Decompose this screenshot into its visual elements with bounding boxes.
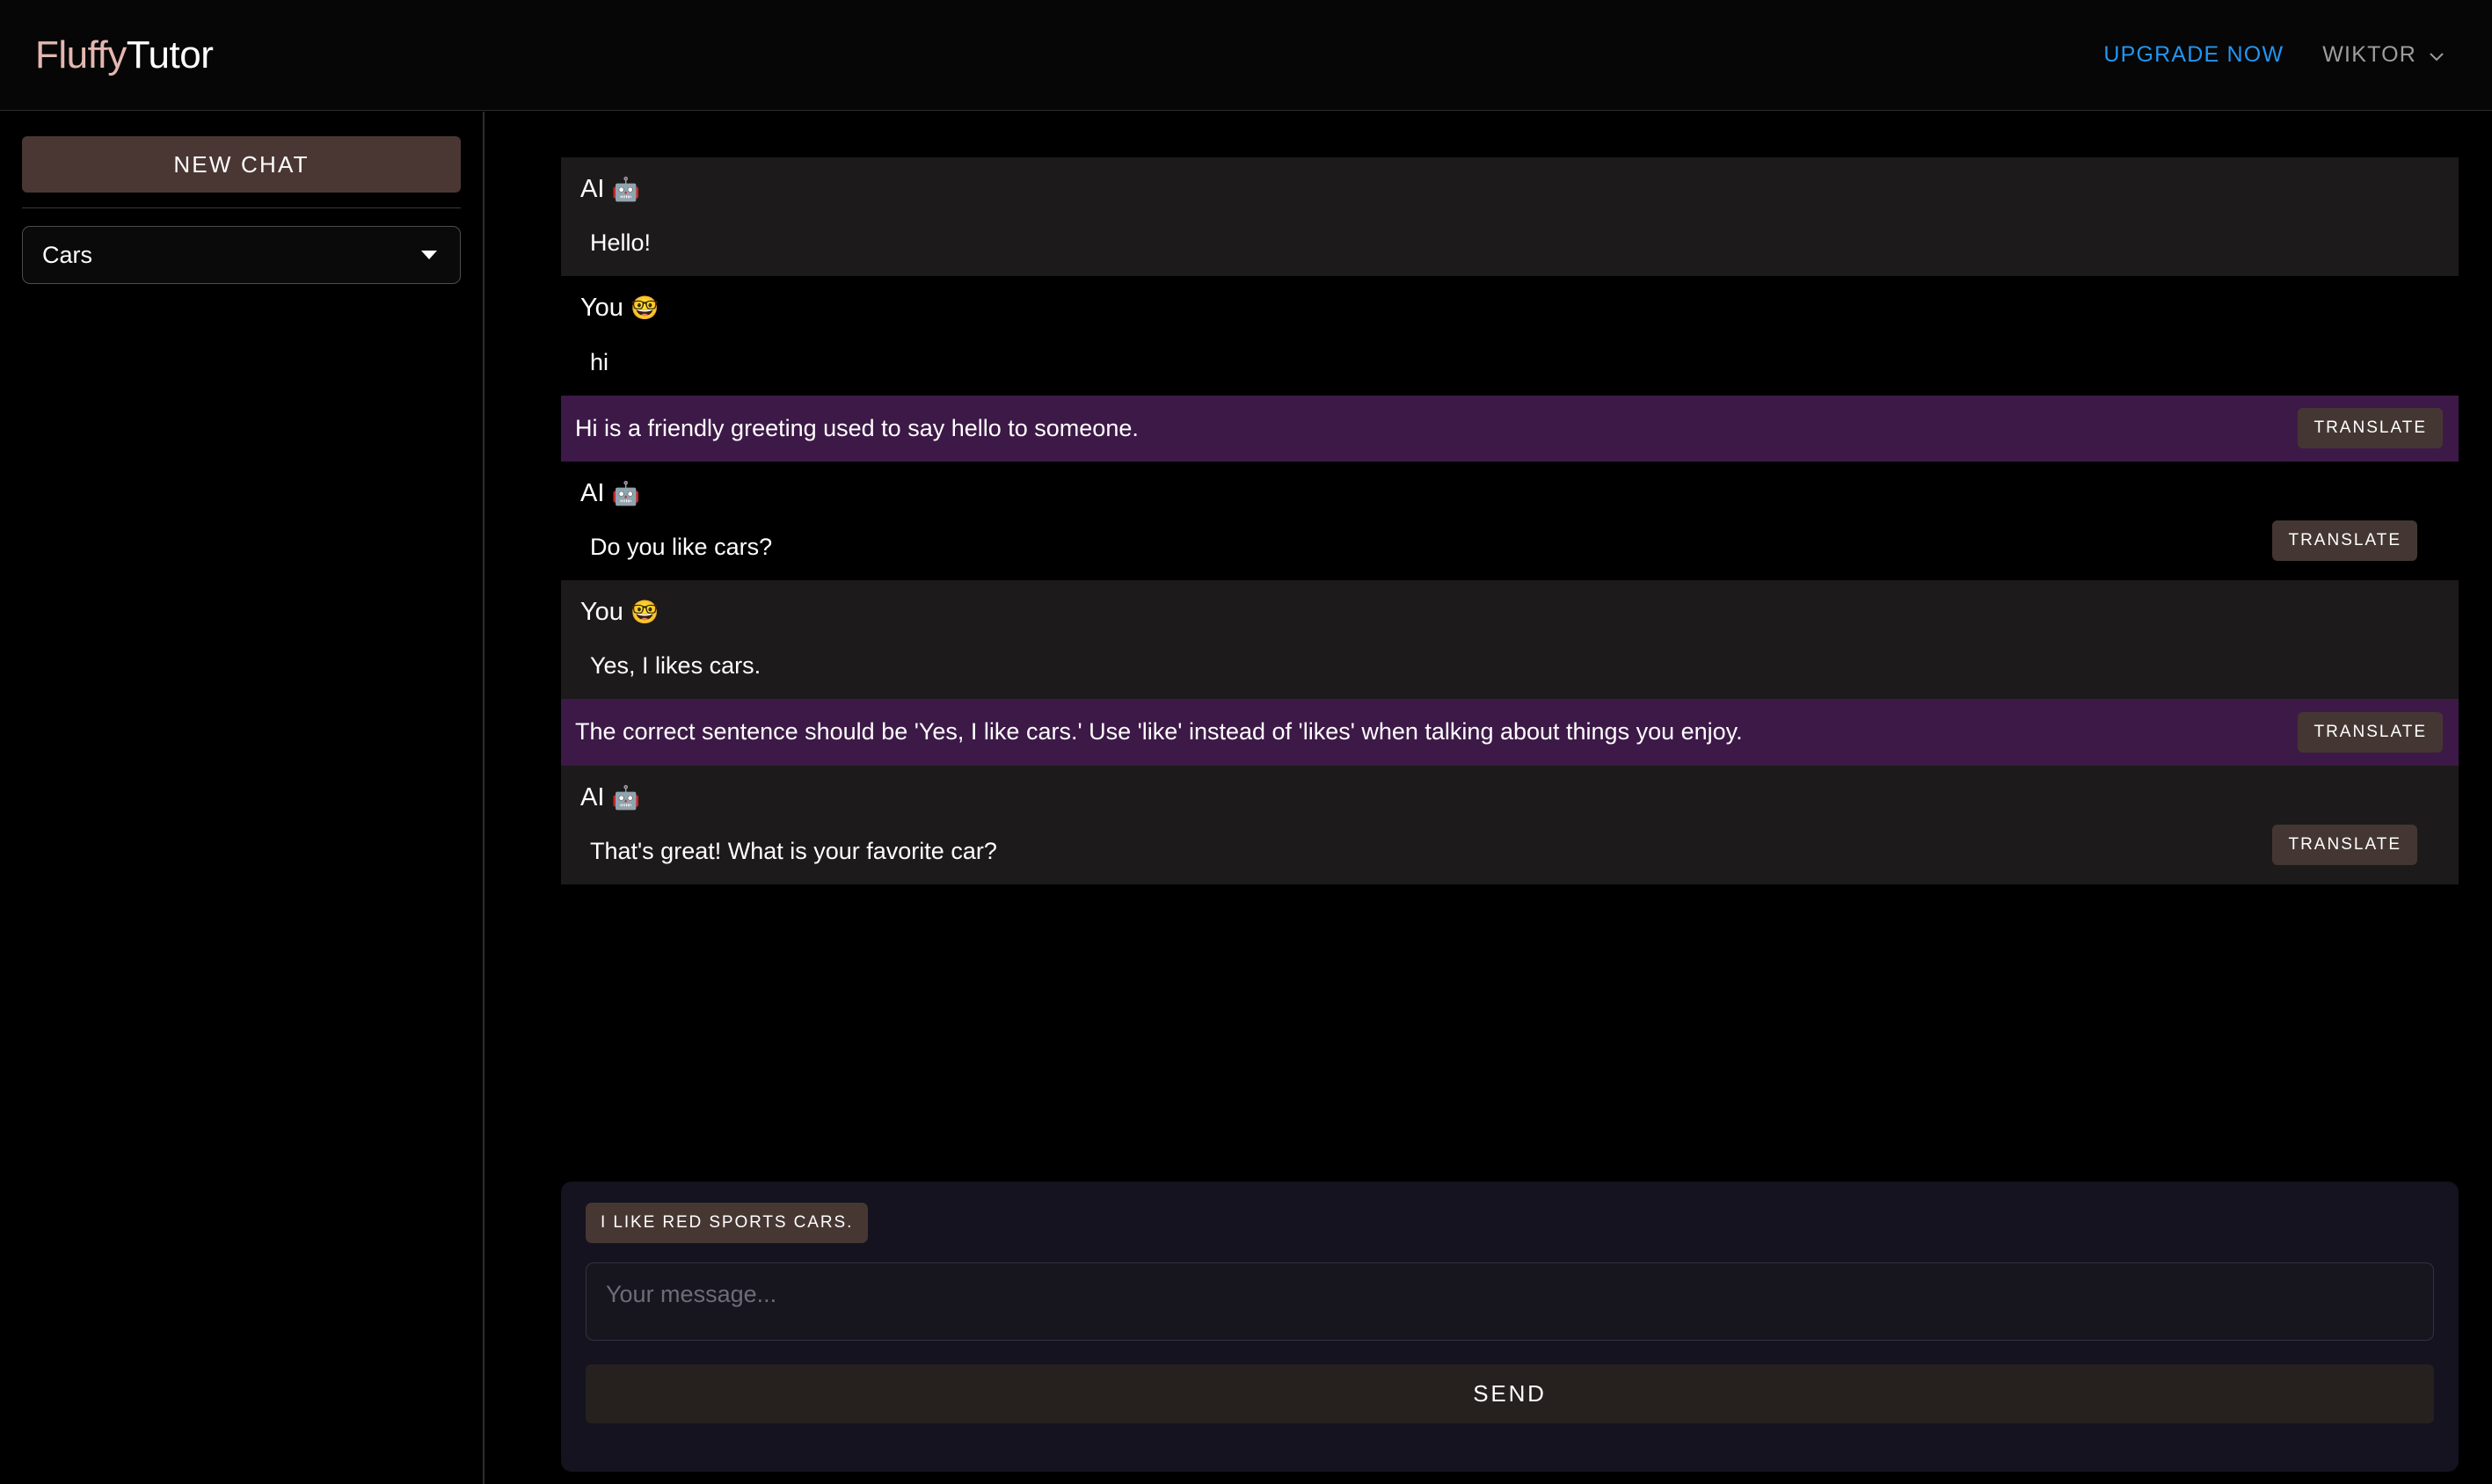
- message-author-name: AI: [580, 175, 612, 203]
- message-input[interactable]: [586, 1262, 2434, 1341]
- message-author-name: You: [580, 598, 630, 627]
- message-row: AI 🤖 Hello!: [561, 157, 2459, 277]
- sidebar-divider: [22, 207, 461, 208]
- message-text: Do you like cars?: [590, 534, 773, 561]
- topic-select-value: Cars: [42, 241, 93, 268]
- message-text: Hello!: [590, 229, 652, 257]
- message-text: That's great! What is your favorite car?: [590, 837, 997, 864]
- message-author: AI 🤖: [580, 782, 2445, 813]
- chat-log: AI 🤖 Hello! You 🤓 hi Hi is a friendly greeti…: [561, 157, 2459, 884]
- translate-button[interactable]: TRANSLATE: [2272, 520, 2417, 562]
- logo-primary-text: Fluffy: [35, 33, 127, 76]
- main-panel: AI 🤖 Hello! You 🤓 hi Hi is a friendly greeti…: [486, 112, 2492, 1484]
- message-row: You 🤓 Yes, I likes cars.: [561, 580, 2459, 700]
- new-chat-button[interactable]: NEW CHAT: [22, 136, 461, 193]
- message-text: Yes, I likes cars.: [590, 652, 761, 680]
- message-text: hi: [590, 348, 609, 375]
- robot-emoji-icon: 🤖: [611, 479, 640, 506]
- send-button[interactable]: SEND: [586, 1364, 2434, 1423]
- message-author: AI 🤖: [580, 173, 2445, 205]
- message-author: You 🤓: [580, 292, 2445, 324]
- message-row: AI 🤖 Do you like cars? TRANSLATE: [561, 461, 2459, 581]
- message-author-name: AI: [580, 782, 612, 811]
- app-logo: FluffyTutor: [35, 33, 214, 77]
- caret-down-icon: [421, 251, 437, 259]
- logo-secondary-text: Tutor: [126, 33, 214, 76]
- robot-emoji-icon: 🤖: [611, 176, 640, 202]
- feedback-row: The correct sentence should be 'Yes, I l…: [561, 699, 2459, 766]
- message-author: AI 🤖: [580, 477, 2445, 509]
- translate-button[interactable]: TRANSLATE: [2298, 408, 2443, 449]
- upgrade-now-link[interactable]: UPGRADE NOW: [2103, 42, 2284, 68]
- feedback-text: The correct sentence should be 'Yes, I l…: [575, 718, 1743, 746]
- header-actions: UPGRADE NOW WIKTOR: [2103, 42, 2446, 68]
- composer-panel: I LIKE RED SPORTS CARS. SEND: [561, 1182, 2459, 1472]
- message-author-name: You: [580, 294, 630, 323]
- sidebar: NEW CHAT Cars: [0, 112, 485, 1484]
- message-author-name: AI: [580, 478, 612, 507]
- user-menu-label: WIKTOR: [2322, 42, 2416, 67]
- feedback-row: Hi is a friendly greeting used to say he…: [561, 395, 2459, 462]
- translate-button[interactable]: TRANSLATE: [2298, 712, 2443, 753]
- user-menu-button[interactable]: WIKTOR: [2322, 42, 2446, 68]
- message-row: AI 🤖 That's great! What is your favorite …: [561, 765, 2459, 884]
- message-author: You 🤓: [580, 596, 2445, 628]
- app-header: FluffyTutor UPGRADE NOW WIKTOR: [0, 0, 2492, 111]
- nerd-face-emoji-icon: 🤓: [630, 599, 659, 626]
- topic-select[interactable]: Cars: [22, 226, 461, 284]
- feedback-text: Hi is a friendly greeting used to say he…: [575, 414, 1139, 441]
- message-row: You 🤓 hi: [561, 276, 2459, 396]
- suggestion-chip[interactable]: I LIKE RED SPORTS CARS.: [586, 1203, 869, 1243]
- translate-button[interactable]: TRANSLATE: [2272, 824, 2417, 865]
- robot-emoji-icon: 🤖: [611, 783, 640, 811]
- chevron-down-icon: [2427, 47, 2446, 66]
- nerd-face-emoji-icon: 🤓: [630, 295, 659, 322]
